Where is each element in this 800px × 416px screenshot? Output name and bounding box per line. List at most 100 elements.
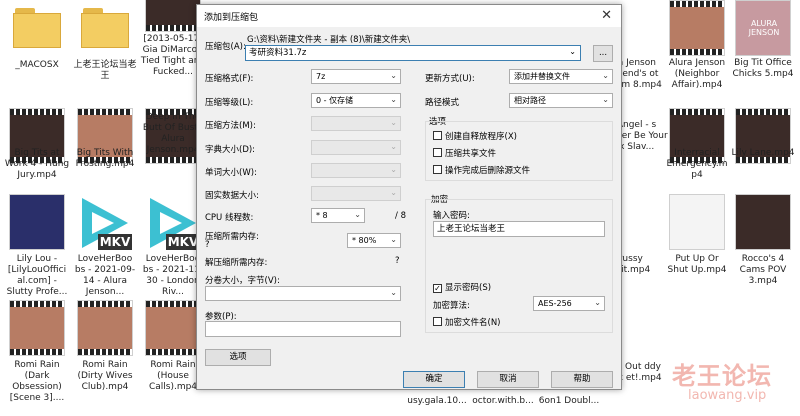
chevron-down-icon: ⌄	[354, 210, 361, 219]
dict-select: ⌄	[311, 140, 401, 155]
encrypt-names-label: 加密文件名(N)	[445, 318, 501, 328]
dialog-title: 添加到压缩包	[204, 13, 259, 23]
chevron-down-icon[interactable]: ⌄	[569, 47, 576, 57]
decomp-label: 解压缩所需内存:	[205, 258, 268, 268]
path-label: 路径模式	[425, 98, 460, 108]
checkbox-checked[interactable]: ✓	[433, 284, 442, 293]
sfx-checkbox[interactable]: 创建自释放程序(X)	[433, 130, 517, 142]
help-button[interactable]: 帮助	[551, 371, 613, 388]
browse-button[interactable]: ...	[593, 45, 613, 62]
threads-max: / 8	[395, 211, 406, 221]
password-input[interactable]: 上老王论坛当老王	[433, 221, 605, 237]
threads-label: CPU 线程数:	[205, 213, 254, 223]
video-thumbnail	[9, 300, 65, 356]
chevron-down-icon: ⌄	[390, 95, 397, 104]
chevron-down-icon: ⌄	[390, 142, 397, 151]
format-label: 压缩格式(F):	[205, 74, 254, 84]
split-select[interactable]: ⌄	[205, 286, 401, 301]
update-label: 更新方式(U):	[425, 74, 475, 84]
encrypt-names-checkbox[interactable]: 加密文件名(N)	[433, 316, 501, 328]
file-name: Romi Rain (Dark Obsession) [Scene 3]....	[9, 360, 65, 403]
chevron-down-icon: ⌄	[390, 188, 397, 197]
mem-percent: * 80%	[352, 236, 377, 245]
chevron-down-icon: ⌄	[390, 165, 397, 174]
path-select[interactable]: 相对路径 ⌄	[509, 93, 613, 108]
add-to-archive-dialog: 添加到压缩包 ✕ 压缩包(A): G:\资料\新建文件夹 - 副本 (8)\新建…	[196, 4, 622, 390]
delete-checkbox[interactable]: 操作完成后删除源文件	[433, 164, 530, 176]
sfx-label: 创建自释放程序(X)	[445, 132, 517, 142]
show-password-label: 显示密码(S)	[445, 283, 492, 293]
mem-label: 压缩所需内存:	[205, 232, 259, 242]
video-thumbnail	[9, 194, 65, 250]
chevron-down-icon: ⌄	[390, 235, 397, 244]
threads-select[interactable]: * 8 ⌄	[311, 208, 365, 223]
file-name: Put Up Or Shut Up.mp4	[667, 254, 727, 275]
video-thumbnail: ALURA JENSON	[735, 0, 791, 56]
word-select: ⌄	[311, 163, 401, 178]
file-name: Big Tits at Work 4 - Hung Jury.mp4	[4, 148, 70, 180]
cancel-button[interactable]: 取消	[477, 371, 539, 388]
enc-method-value: AES-256	[538, 299, 572, 308]
checkbox-box[interactable]	[433, 165, 442, 174]
video-thumbnail	[669, 194, 725, 250]
folder-icon	[13, 8, 61, 48]
archive-label: 压缩包(A):	[205, 42, 246, 52]
mkv-text: MKV	[100, 235, 131, 249]
ok-button[interactable]: 确定	[403, 371, 465, 388]
chevron-down-icon: ⌄	[602, 71, 609, 80]
options-button[interactable]: 选项	[205, 349, 271, 366]
title-bar: 添加到压缩包 ✕	[197, 5, 621, 27]
show-password-checkbox[interactable]: ✓ 显示密码(S)	[433, 281, 491, 293]
file-name: Lily Lane.mp4	[731, 148, 795, 158]
chevron-down-icon: ⌄	[602, 95, 609, 104]
archive-name-input[interactable]: 考研资料31.7z ⌄	[245, 45, 581, 61]
file-name: Lily Lou - [LilyLouOffici al.com] - Slut…	[6, 254, 68, 297]
watermark-en: laowang.vip	[688, 388, 767, 403]
solid-label: 固实数据大小:	[205, 191, 259, 201]
file-name: Alura Jenson (Neighbor Affair).mp4	[668, 58, 726, 90]
chevron-down-icon: ⌄	[594, 298, 601, 307]
checkbox-box[interactable]	[433, 131, 442, 140]
video-thumbnail	[735, 194, 791, 250]
level-select[interactable]: 0 - 仅存储 ⌄	[311, 93, 401, 108]
shared-label: 压缩共享文件	[445, 149, 497, 159]
folder-icon	[81, 8, 129, 48]
path-value: 相对路径	[514, 96, 546, 105]
update-select[interactable]: 添加并替换文件 ⌄	[509, 69, 613, 84]
params-input[interactable]	[205, 321, 401, 337]
level-value: 0 - 仅存储	[316, 96, 354, 105]
enc-method-select[interactable]: AES-256 ⌄	[533, 296, 605, 311]
file-name: Big Tit Office Chicks 5.mp4	[732, 58, 794, 79]
mkv-play-icon: MKV	[82, 198, 132, 250]
checkbox-box[interactable]	[433, 148, 442, 157]
file-name: Romi Rain (Dirty Wives Club).mp4	[77, 360, 133, 392]
chevron-down-icon: ⌄	[390, 118, 397, 127]
mem-select[interactable]: * 80% ⌄	[347, 233, 401, 248]
file-name: _MACOSX	[15, 60, 59, 70]
file-name: Big Tits With Frosting.mp4	[75, 148, 135, 169]
dict-label: 字典大小(D):	[205, 145, 256, 155]
update-value: 添加并替换文件	[514, 72, 570, 81]
word-label: 单词大小(W):	[205, 168, 257, 178]
video-thumbnail	[145, 0, 201, 32]
video-thumbnail	[669, 0, 725, 56]
mkv-text: MKV	[168, 235, 199, 249]
decomp-value: ?	[395, 256, 400, 266]
format-value: 7z	[316, 72, 326, 81]
chevron-down-icon: ⌄	[390, 71, 397, 80]
split-label: 分卷大小，字节(V):	[205, 276, 280, 286]
chevron-down-icon: ⌄	[390, 288, 397, 297]
archive-name-value: 考研资料31.7z	[249, 48, 307, 58]
file-name: 上老王论坛当老王	[73, 60, 137, 81]
threads-value: * 8	[316, 211, 328, 220]
format-select[interactable]: 7z ⌄	[311, 69, 401, 84]
close-icon[interactable]: ✕	[601, 8, 612, 23]
level-label: 压缩等级(L):	[205, 98, 254, 108]
shared-checkbox[interactable]: 压缩共享文件	[433, 147, 496, 159]
file-name: 6on1 Doubl...	[538, 396, 600, 406]
checkbox-box[interactable]	[433, 317, 442, 326]
file-name: LoveHerBoo bs - 2021-09-14 - Alura Jenso…	[74, 254, 136, 297]
video-thumbnail	[77, 300, 133, 356]
mem-value: ?	[205, 240, 210, 250]
password-label: 输入密码:	[433, 211, 470, 221]
